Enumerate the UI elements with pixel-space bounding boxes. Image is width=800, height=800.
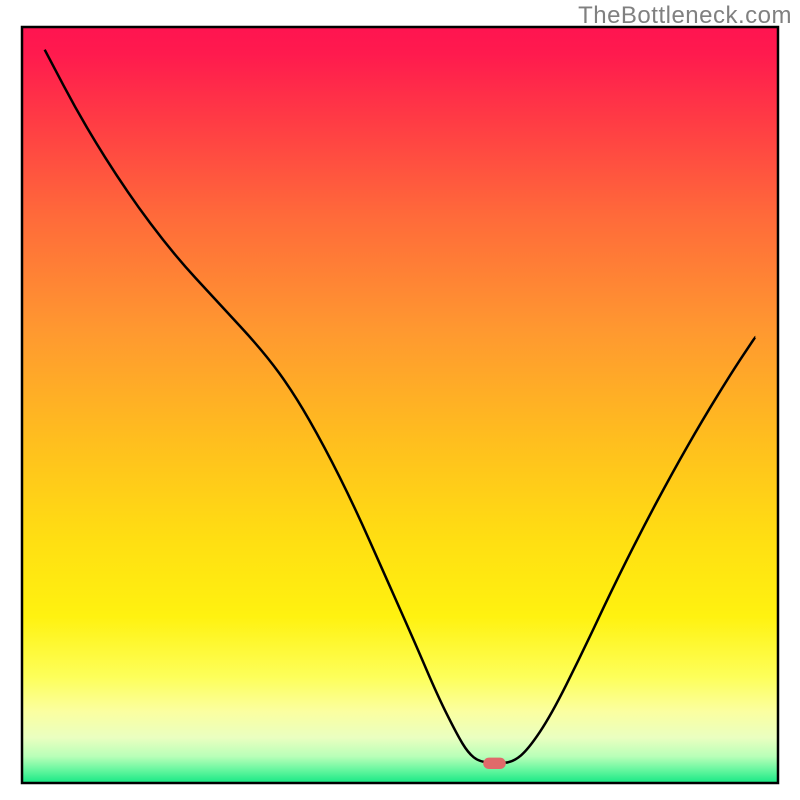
chart-container: TheBottleneck.com — [0, 0, 800, 800]
gradient-background — [22, 27, 778, 783]
bottleneck-chart — [0, 0, 800, 800]
plot-area — [22, 27, 778, 783]
optimum-marker — [483, 758, 506, 769]
watermark-text: TheBottleneck.com — [578, 2, 792, 30]
